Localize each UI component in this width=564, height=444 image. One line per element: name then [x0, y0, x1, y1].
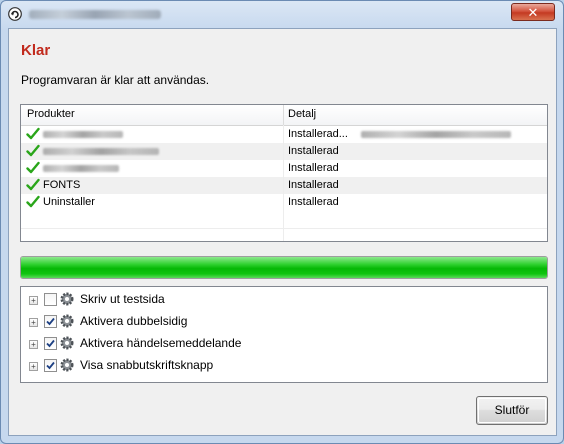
expand-icon[interactable]: + [29, 296, 38, 305]
column-gridline [283, 125, 284, 241]
gear-icon [60, 336, 74, 350]
checkmark-icon [26, 127, 40, 140]
option-row-dubbelsidig[interactable]: + Aktivera dubbelsidig [21, 312, 547, 332]
product-name-obscured [43, 131, 123, 138]
option-checkbox[interactable] [44, 293, 57, 306]
product-name: Uninstaller [43, 196, 95, 208]
option-label: Aktivera dubbelsidig [80, 314, 188, 328]
empty-row [21, 228, 547, 241]
product-row[interactable]: Installerad [21, 143, 547, 160]
product-row[interactable]: FONTS Installerad [21, 177, 547, 194]
window-title-obscured [29, 10, 161, 19]
product-detail: Installerad... [288, 128, 348, 140]
close-icon: ✕ [527, 5, 539, 20]
options-tree[interactable]: + Skriv ut testsida + Aktivera dubbelsid… [20, 286, 548, 383]
option-row-testsida[interactable]: + Skriv ut testsida [21, 290, 547, 310]
empty-row [21, 211, 547, 229]
checkmark-icon [26, 144, 40, 157]
products-list[interactable]: Produkter Detalj Installerad... Installe… [20, 104, 548, 242]
product-detail: Installerad [288, 179, 339, 191]
option-label: Visa snabbutskriftsknapp [80, 358, 214, 372]
option-row-snabbutskrift[interactable]: + Visa snabbutskriftsknapp [21, 356, 547, 376]
finish-button[interactable]: Slutför [476, 396, 548, 425]
finish-button-label: Slutför [494, 403, 530, 417]
expand-icon[interactable]: + [29, 318, 38, 327]
install-progress-bar [20, 256, 548, 279]
close-button[interactable]: ✕ [511, 3, 555, 21]
product-row[interactable]: Installerad [21, 160, 547, 177]
column-header-products[interactable]: Produkter [27, 108, 75, 120]
expand-icon[interactable]: + [29, 340, 38, 349]
product-name-obscured [43, 148, 159, 155]
gear-icon [60, 292, 74, 306]
app-icon [8, 7, 22, 21]
checkmark-icon [26, 178, 40, 191]
product-detail-obscured [361, 131, 511, 138]
option-checkbox[interactable] [44, 315, 57, 328]
product-detail: Installerad [288, 162, 339, 174]
product-name-obscured [43, 165, 119, 172]
checkbox-check-icon [46, 339, 55, 348]
column-header-detail[interactable]: Detalj [288, 108, 316, 120]
products-list-header: Produkter Detalj [21, 105, 547, 126]
checkmark-icon [26, 195, 40, 208]
status-message: Programvaran är klar att användas. [21, 73, 210, 87]
product-row[interactable]: Uninstaller Installerad [21, 194, 547, 211]
dialog-body: Klar Programvaran är klar att användas. … [8, 28, 557, 436]
option-label: Skriv ut testsida [80, 292, 165, 306]
option-label: Aktivera händelsemeddelande [80, 336, 242, 350]
option-row-handelsemeddelande[interactable]: + Aktivera händelsemeddelande [21, 334, 547, 354]
option-checkbox[interactable] [44, 337, 57, 350]
product-detail: Installerad [288, 145, 339, 157]
page-title: Klar [21, 42, 51, 59]
checkbox-check-icon [46, 317, 55, 326]
product-name: FONTS [43, 179, 81, 191]
option-checkbox[interactable] [44, 359, 57, 372]
gear-icon [60, 358, 74, 372]
title-bar[interactable]: ✕ [1, 1, 563, 27]
progress-fill [21, 257, 547, 278]
gear-icon [60, 314, 74, 328]
checkmark-icon [26, 161, 40, 174]
product-detail: Installerad [288, 196, 339, 208]
checkbox-check-icon [46, 361, 55, 370]
product-row[interactable]: Installerad... [21, 126, 547, 143]
expand-icon[interactable]: + [29, 362, 38, 371]
installer-window: ✕ Klar Programvaran är klar att användas… [0, 0, 564, 444]
